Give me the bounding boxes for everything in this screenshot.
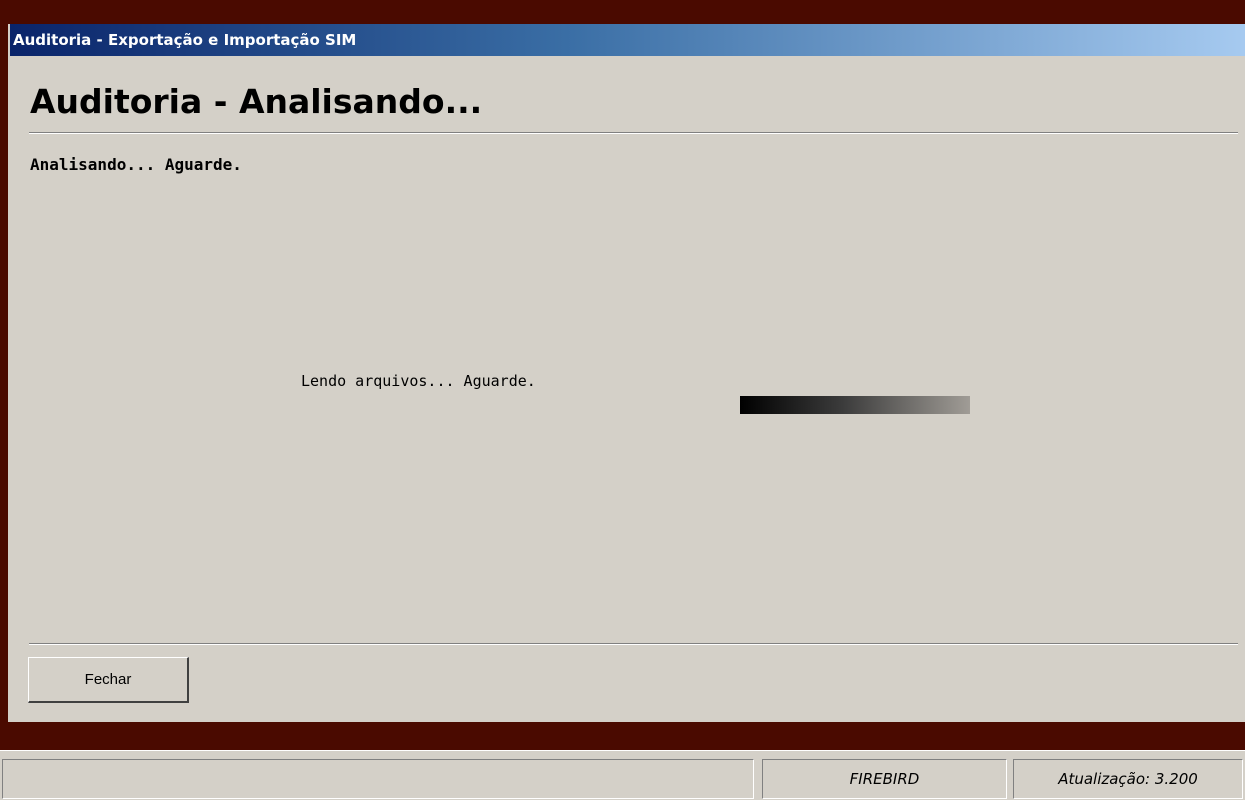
footer-separator: [29, 643, 1238, 645]
status-panel-version: Atualização: 3.200: [1013, 759, 1243, 799]
title-separator: [29, 132, 1238, 134]
window-titlebar[interactable]: Auditoria - Exportação e Importação SIM: [10, 24, 1245, 56]
status-bar: FIREBIRD Atualização: 3.200: [0, 750, 1245, 800]
window-client-area: Auditoria - Analisando... Analisando... …: [10, 56, 1245, 722]
window-top-frame: [0, 0, 1245, 24]
status-panel-main: [2, 759, 754, 799]
desktop-strip: [0, 722, 1245, 750]
page-title: Auditoria - Analisando...: [30, 82, 483, 121]
progress-bar-fill: [740, 396, 970, 414]
screen: Auditoria - Exportação e Importação SIM …: [0, 0, 1245, 800]
status-panel-database: FIREBIRD: [762, 759, 1007, 799]
window-title: Auditoria - Exportação e Importação SIM: [13, 31, 357, 49]
application-window: Auditoria - Exportação e Importação SIM …: [0, 0, 1245, 722]
window-left-frame: [0, 24, 8, 722]
progress-message: Lendo arquivos... Aguarde.: [301, 372, 536, 390]
page-subtitle: Analisando... Aguarde.: [30, 155, 242, 174]
close-button[interactable]: Fechar: [28, 657, 189, 703]
progress-bar: [740, 396, 970, 414]
